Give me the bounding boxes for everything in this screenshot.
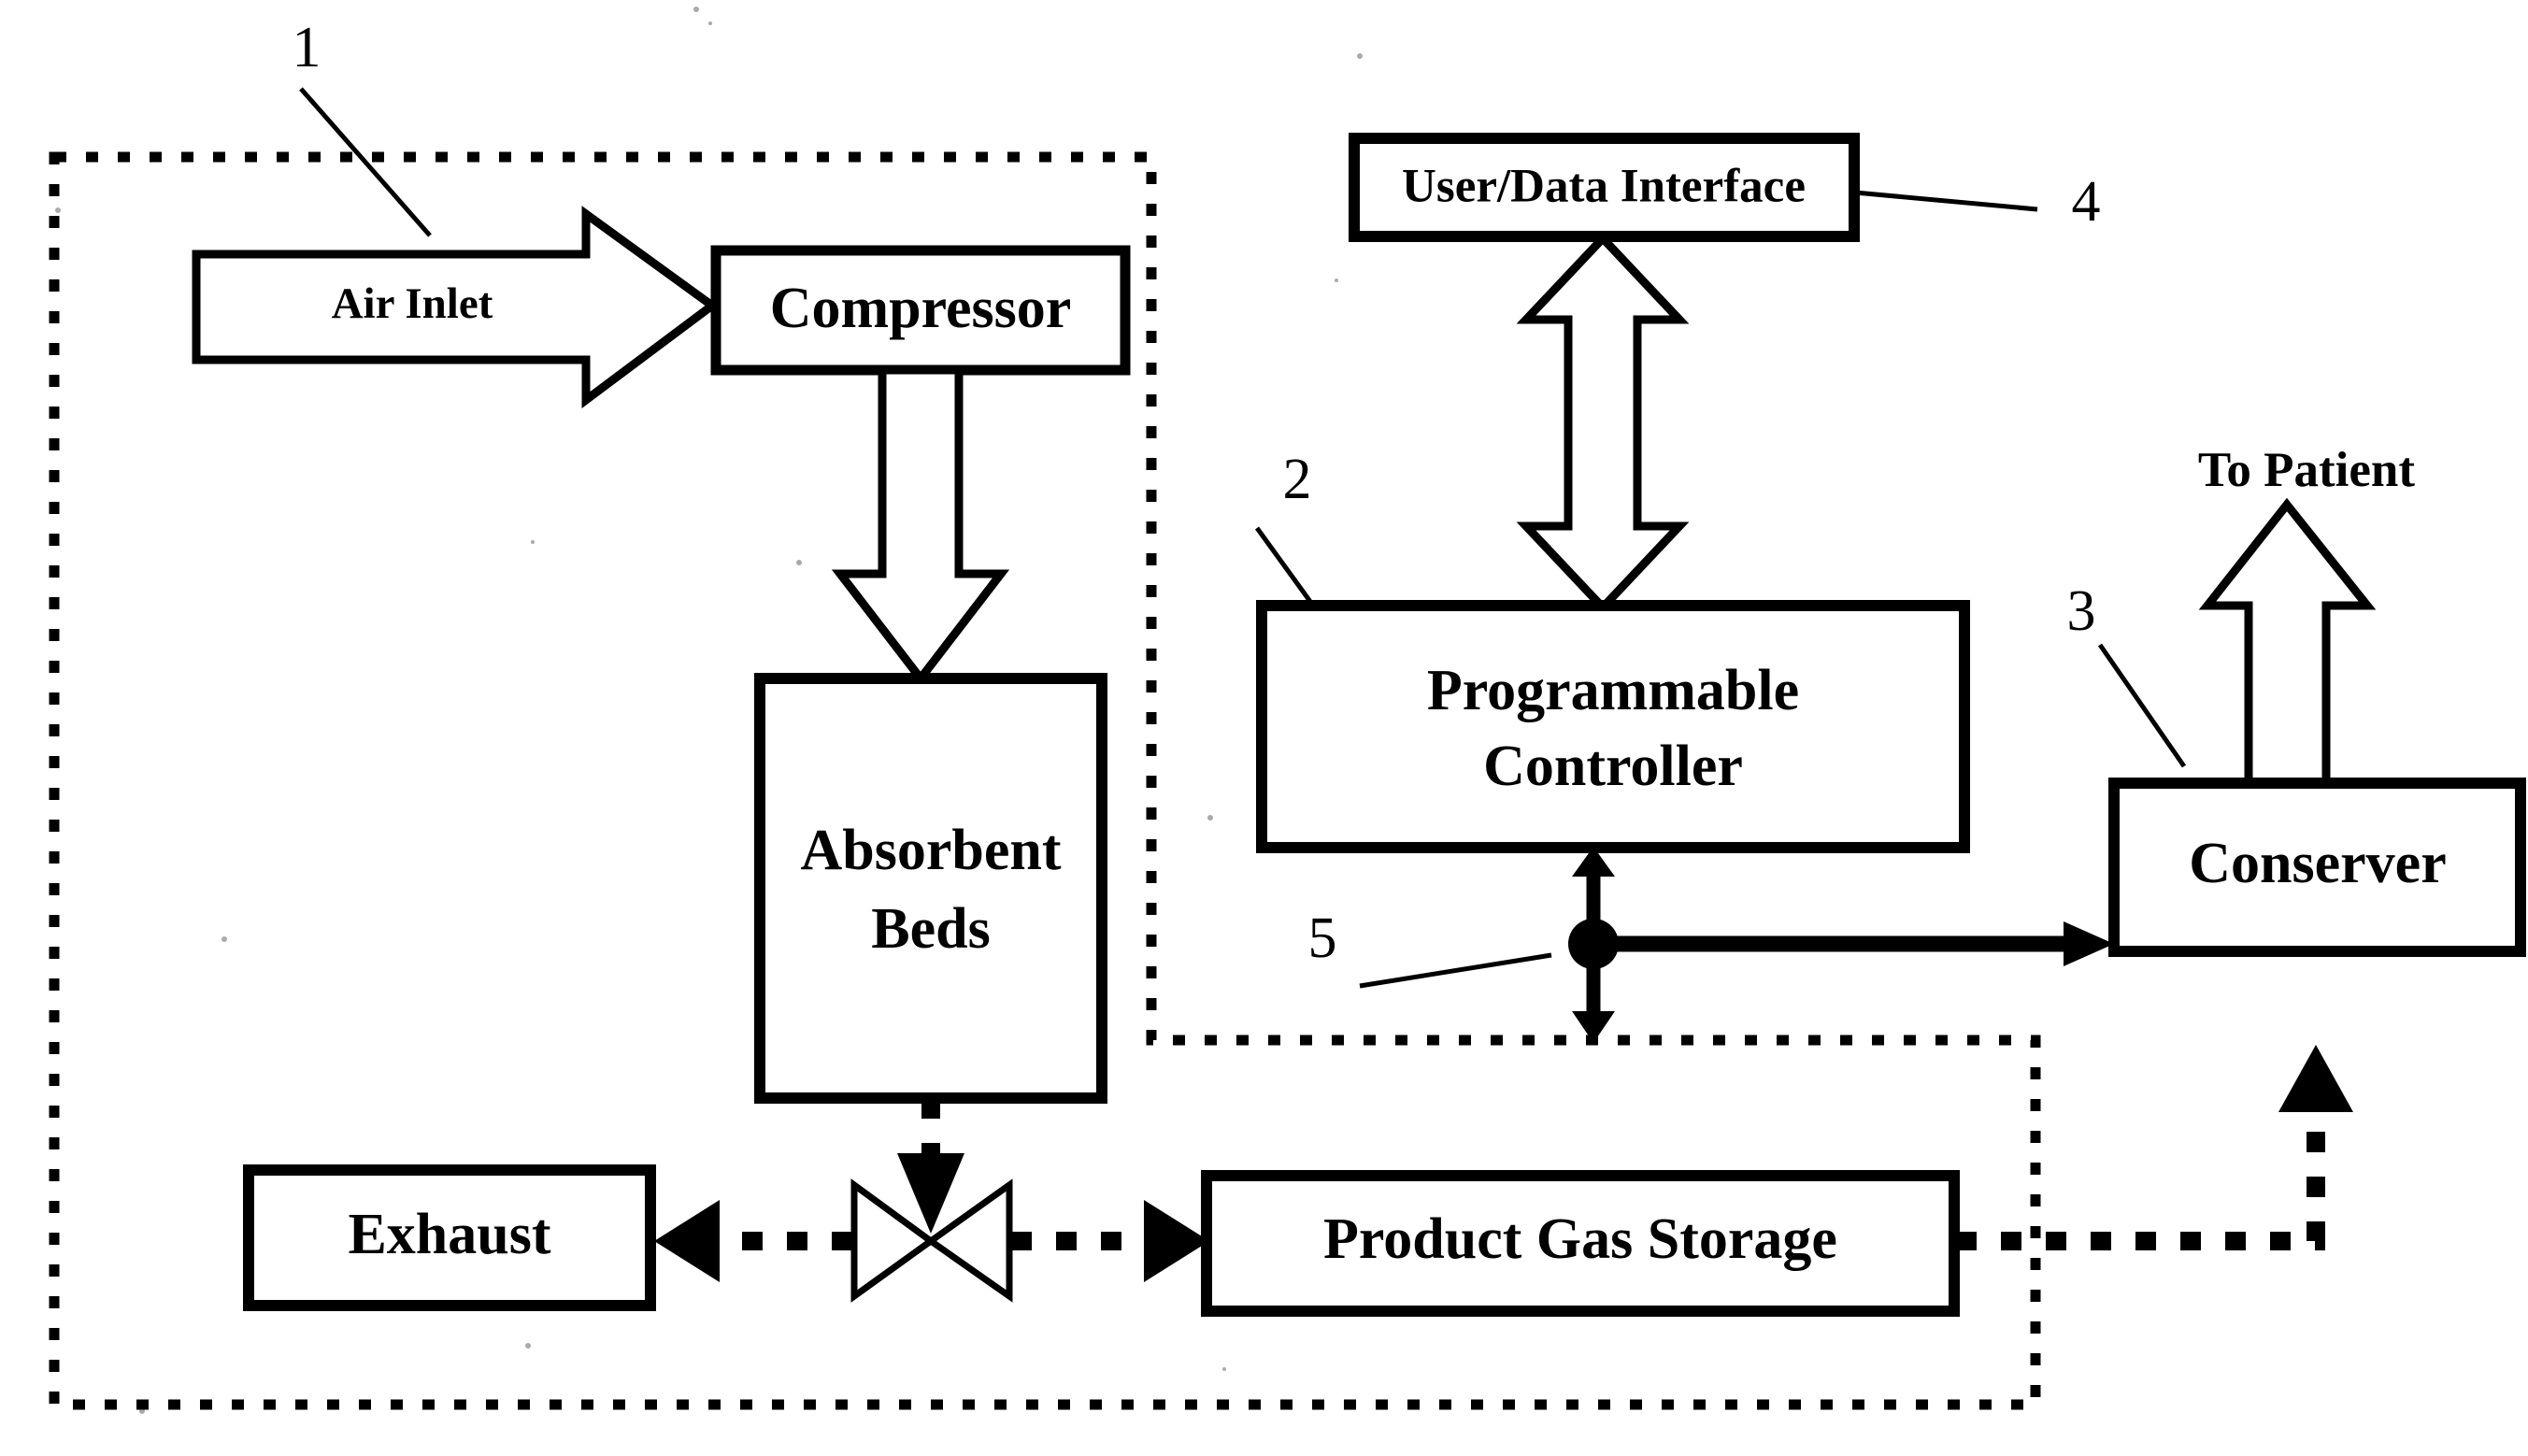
conserver-inlet-arrowhead	[2278, 1045, 2353, 1112]
absorbent-beds-label-line1: Absorbent	[800, 819, 1061, 882]
storage-to-conserver-dotted-path	[1956, 1107, 2325, 1250]
compressor-label: Compressor	[770, 277, 1072, 340]
leader-line-3	[2097, 643, 2187, 768]
programmable-controller-label-line2: Controller	[1483, 735, 1743, 798]
reference-numeral-5: 5	[1308, 906, 1337, 970]
compressor-to-beds-arrow	[831, 365, 1010, 686]
reference-numeral-3: 3	[2067, 579, 2096, 643]
programmable-controller-label-line1: Programmable	[1427, 659, 1799, 722]
leader-line-4	[1854, 190, 2038, 212]
patent-figure-canvas: 1 Air Inlet Compressor Absorbent Beds Ex…	[0, 0, 2528, 1456]
reference-numeral-2: 2	[1283, 448, 1312, 511]
user-data-interface-label: User/Data Interface	[1402, 161, 1806, 213]
interface-controller-double-arrow	[1516, 232, 1690, 614]
air-inlet-label: Air Inlet	[332, 279, 493, 328]
programmable-controller-box	[1256, 600, 1970, 853]
product-gas-storage-label: Product Gas Storage	[1323, 1207, 1837, 1271]
absorbent-beds-label-line2: Beds	[871, 897, 990, 961]
to-patient-label: To Patient	[2198, 443, 2415, 497]
leader-line-5	[1359, 952, 1552, 989]
reference-numeral-1: 1	[293, 16, 321, 79]
exhaust-arrowhead	[654, 1200, 720, 1282]
exhaust-label: Exhaust	[348, 1203, 550, 1266]
signal-bus-node-dot	[1568, 919, 1619, 969]
to-patient-arrow	[2198, 497, 2377, 788]
conserver-label: Conserver	[2189, 832, 2446, 895]
block-diagram: 1 Air Inlet Compressor Absorbent Beds Ex…	[49, 7, 2526, 1414]
storage-arrowhead	[1144, 1200, 1209, 1282]
controller-signal-bus	[1568, 847, 2114, 1043]
reference-numeral-4: 4	[2072, 170, 2101, 234]
absorbent-beds-box	[754, 673, 1107, 1104]
